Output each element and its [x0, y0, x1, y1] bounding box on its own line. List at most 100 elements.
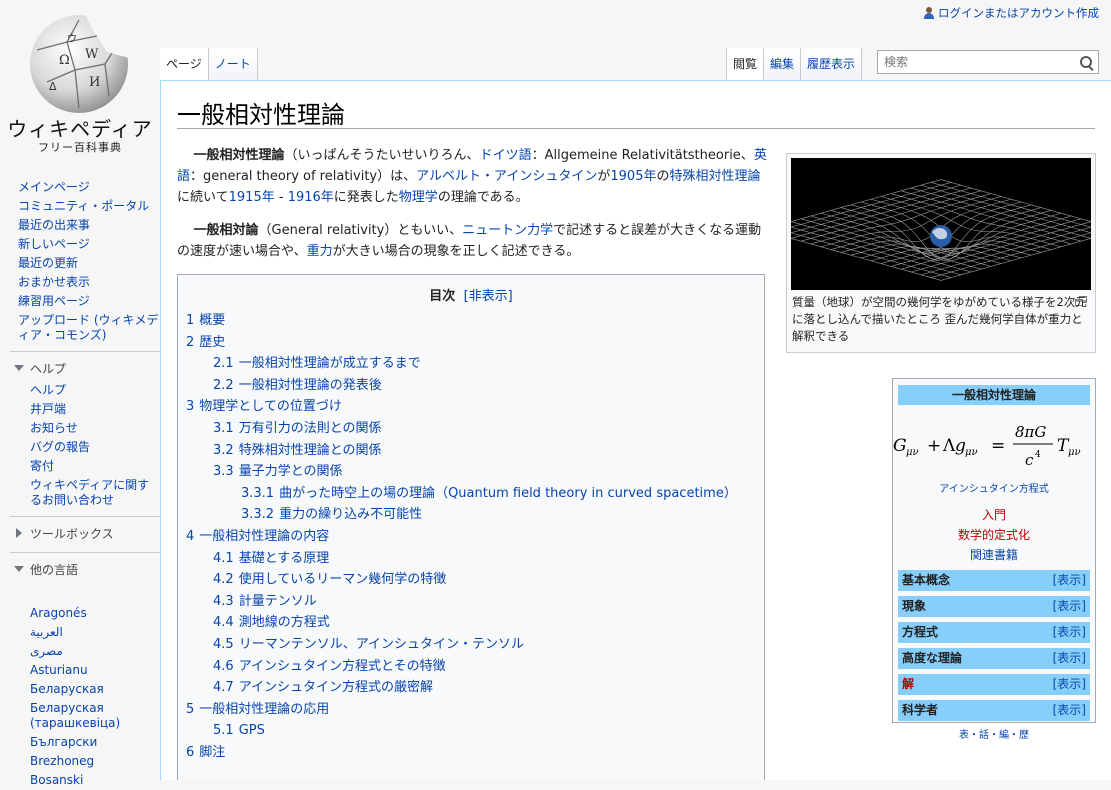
toc-item[interactable]: 4.6 アインシュタイン方程式とその特徴	[178, 656, 764, 678]
link-special-relativity[interactable]: 特殊相対性理論	[669, 169, 760, 184]
toc-item[interactable]: 4.5 リーマンテンソル、アインシュタイン・テンソル	[178, 634, 764, 656]
login-link[interactable]: ログインまたはアカウント作成	[938, 5, 1099, 21]
sidebar-item-main-page[interactable]: メインページ	[0, 178, 160, 197]
help-item[interactable]: 寄付	[0, 457, 160, 476]
language-item[interactable]: Български	[0, 733, 160, 752]
toc-item[interactable]: 3.3.1 曲がった時空上の場の理論（Quantum field theory i…	[178, 483, 764, 505]
toc-item[interactable]: 2.1 一般相対性理論が成立するまで	[178, 353, 764, 375]
formula-caption[interactable]: アインシュタイン方程式	[893, 480, 1095, 495]
language-item[interactable]: Aragonés	[0, 604, 160, 623]
language-item[interactable]: Беларуская (тарашкевіца)	[0, 699, 160, 733]
navbox-footer[interactable]: 表・話・編・歴	[893, 726, 1095, 741]
toc-item[interactable]: 3.3.2 重力の繰り込み不可能性	[178, 504, 764, 526]
search-input[interactable]	[878, 51, 1080, 73]
toc-item-label[interactable]: 脚注	[199, 745, 225, 760]
toc-item[interactable]: 4.4 測地線の方程式	[178, 612, 764, 634]
sidebar-item-sandbox[interactable]: 練習用ページ	[0, 292, 160, 311]
navbox-section-toggle[interactable]: [表示]	[1053, 648, 1086, 669]
link-german[interactable]: ドイツ語	[480, 148, 532, 163]
toc-item[interactable]: 4.7 アインシュタイン方程式の厳密解	[178, 677, 764, 699]
spacetime-curvature-image[interactable]	[791, 158, 1091, 290]
navbox-section-toggle[interactable]: [表示]	[1053, 570, 1086, 591]
help-item[interactable]: ヘルプ	[0, 381, 160, 400]
toolbox-portal-heading[interactable]: ツールボックス	[10, 516, 160, 546]
toc-item[interactable]: 3 物理学としての位置づけ	[178, 396, 764, 418]
toc-item-label[interactable]: 重力の繰り込み不可能性	[279, 507, 422, 522]
toc-item-label[interactable]: 万有引力の法則との関係	[239, 421, 382, 436]
wikipedia-logo[interactable]: Ω W И ᐃ ウ ウィキペディア フリー百科事典	[0, 0, 160, 160]
sidebar-item-upload[interactable]: アップロード (ウィキメディア・コモンズ)	[0, 311, 160, 345]
tab-page[interactable]: ページ	[160, 48, 209, 80]
tab-edit[interactable]: 編集	[764, 48, 802, 80]
toc-item-label[interactable]: 一般相対性理論の内容	[199, 529, 329, 544]
navbox-section-toggle[interactable]: [表示]	[1053, 622, 1086, 643]
navbox-link-math-formulation[interactable]: 数学的定式化	[893, 525, 1095, 545]
toc-item[interactable]: 3.3 量子力学との関係	[178, 461, 764, 483]
sidebar-item-new-pages[interactable]: 新しいページ	[0, 235, 160, 254]
toc-item-label[interactable]: 量子力学との関係	[239, 464, 343, 479]
toc-item[interactable]: 5 一般相対性理論の応用	[178, 699, 764, 721]
languages-portal-heading[interactable]: 他の言語	[10, 552, 160, 582]
sidebar-item-random[interactable]: おまかせ表示	[0, 273, 160, 292]
toc-item-label[interactable]: 計量テンソル	[239, 594, 317, 609]
toc-item[interactable]: 3.2 特殊相対性理論との関係	[178, 440, 764, 462]
link-1905[interactable]: 1905年	[610, 169, 656, 184]
toc-item-label[interactable]: 特殊相対性理論との関係	[239, 443, 382, 458]
toc-item-label[interactable]: 測地線の方程式	[239, 615, 330, 630]
tab-read[interactable]: 閲覧	[726, 48, 765, 80]
navbox-link-books[interactable]: 関連書籍	[893, 545, 1095, 565]
link-1915[interactable]: 1915年	[229, 190, 275, 205]
language-item[interactable]: مصرى	[0, 642, 160, 661]
navbox-link-intro[interactable]: 入門	[893, 505, 1095, 525]
toc-item[interactable]: 1 概要	[178, 310, 764, 332]
link-einstein[interactable]: アルベルト・アインシュタイン	[416, 169, 597, 184]
toc-item-label[interactable]: リーマンテンソル、アインシュタイン・テンソル	[239, 637, 524, 652]
help-item[interactable]: 井戸端	[0, 400, 160, 419]
toc-item-label[interactable]: GPS	[239, 723, 265, 738]
toc-item-label[interactable]: 歴史	[199, 335, 225, 350]
toc-toggle[interactable]: [非表示]	[464, 289, 513, 304]
search-icon[interactable]	[1080, 56, 1092, 68]
navbox-section-toggle[interactable]: [表示]	[1053, 596, 1086, 617]
language-item[interactable]: Asturianu	[0, 661, 160, 680]
toc-item-label[interactable]: アインシュタイン方程式の厳密解	[239, 680, 433, 695]
toc-item-label[interactable]: 基礎とする原理	[239, 551, 330, 566]
help-item[interactable]: バグの報告	[0, 438, 160, 457]
language-item[interactable]: Bosanski	[0, 771, 160, 790]
toc-item[interactable]: 4 一般相対性理論の内容	[178, 526, 764, 548]
toc-item[interactable]: 2.2 一般相対性理論の発表後	[178, 375, 764, 397]
language-item[interactable]: Brezhoneg	[0, 752, 160, 771]
tab-talk[interactable]: ノート	[208, 48, 258, 80]
help-portal-heading[interactable]: ヘルプ	[10, 351, 160, 381]
help-item[interactable]: お知らせ	[0, 419, 160, 438]
toc-item-label[interactable]: 概要	[199, 313, 225, 328]
sidebar-item-recent-changes[interactable]: 最近の更新	[0, 254, 160, 273]
tab-history[interactable]: 履歴表示	[801, 48, 863, 80]
link-physics[interactable]: 物理学	[399, 190, 438, 205]
toc-item[interactable]: 3.1 万有引力の法則との関係	[178, 418, 764, 440]
link-1916[interactable]: 1916年	[288, 190, 334, 205]
toc-item-label[interactable]: 曲がった時空上の場の理論（Quantum field theory in cur…	[279, 486, 737, 501]
toc-item[interactable]: 4.3 計量テンソル	[178, 591, 764, 613]
sidebar-item-current-events[interactable]: 最近の出来事	[0, 216, 160, 235]
help-item[interactable]: ウィキペディアに関するお問い合わせ	[0, 476, 160, 510]
toc-item-label[interactable]: 一般相対性理論の応用	[199, 702, 329, 717]
language-item[interactable]: العربية	[0, 623, 160, 642]
toc-item-label[interactable]: 一般相対性理論の発表後	[239, 378, 382, 393]
toc-item-label[interactable]: アインシュタイン方程式とその特徴	[239, 659, 446, 674]
link-newtonian-mechanics[interactable]: ニュートン力学	[462, 223, 553, 238]
sidebar-item-community-portal[interactable]: コミュニティ・ポータル	[0, 197, 160, 216]
language-item[interactable]: Беларуская	[0, 680, 160, 699]
toc-item-label[interactable]: 使用しているリーマン幾何学の特徴	[239, 572, 447, 587]
toc-item[interactable]: 5.1 GPS	[178, 720, 764, 742]
toc-item-label[interactable]: 一般相対性理論が成立するまで	[239, 356, 421, 371]
toc-item-label[interactable]: 物理学としての位置づけ	[199, 399, 342, 414]
navbox-section-label[interactable]: 解	[902, 674, 914, 695]
toc-item[interactable]: 6 脚注	[178, 742, 764, 764]
navbox-section-toggle[interactable]: [表示]	[1053, 700, 1086, 721]
toc-item[interactable]: 4.2 使用しているリーマン幾何学の特徴	[178, 569, 764, 591]
toc-item[interactable]: 2 歴史	[178, 332, 764, 354]
link-gravity[interactable]: 重力	[307, 244, 333, 259]
navbox-section-toggle[interactable]: [表示]	[1053, 674, 1086, 695]
toc-item[interactable]: 4.1 基礎とする原理	[178, 548, 764, 570]
